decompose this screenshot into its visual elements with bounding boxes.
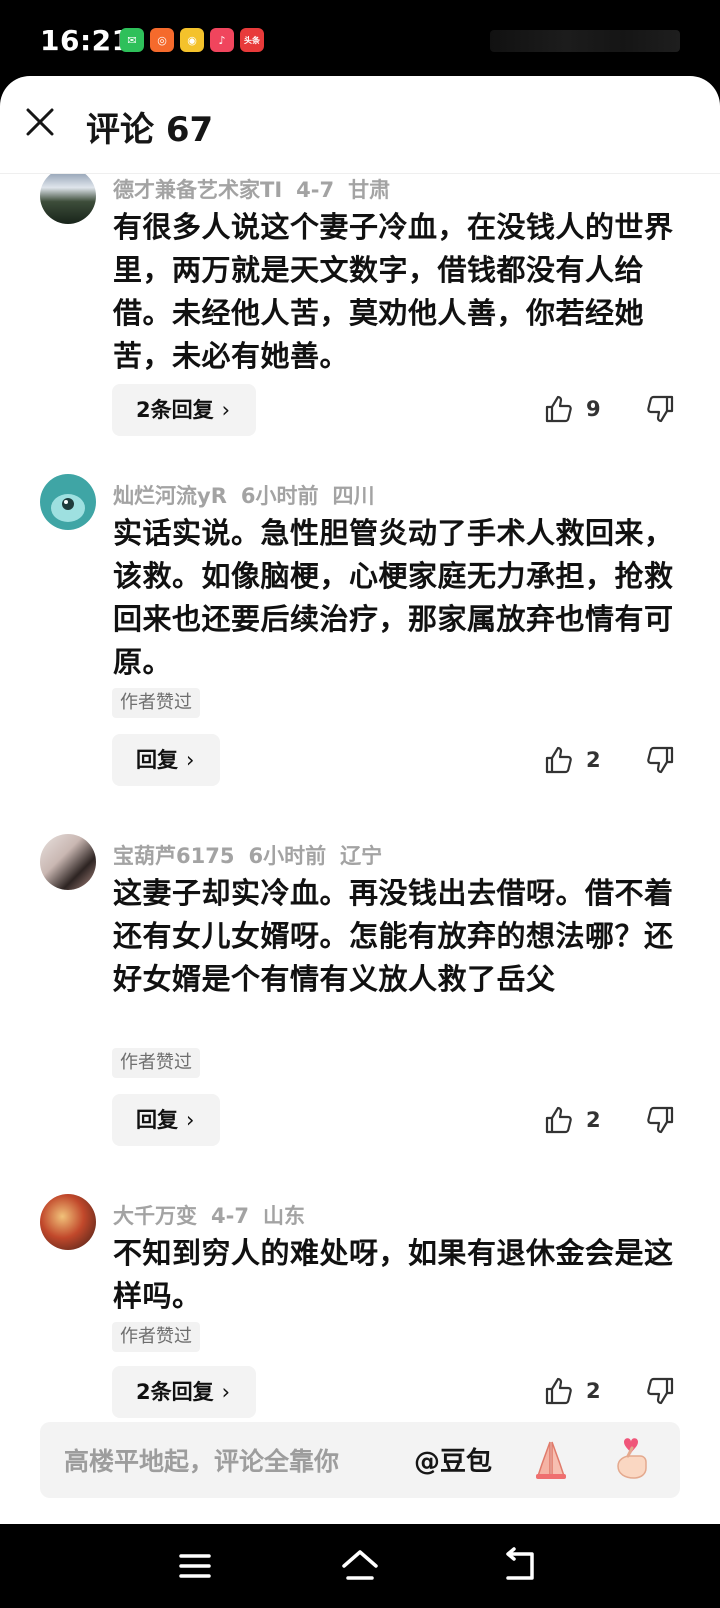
avatar[interactable]	[40, 474, 96, 530]
comment-text: 实话实说。急性胆管炎动了手术人救回来，该救。如像脑梗，心梗家庭无力承担，抢救回来…	[113, 516, 674, 679]
thumb-down-icon	[647, 1106, 674, 1134]
thumb-up-icon	[545, 1377, 572, 1405]
like-button[interactable]: 2	[544, 1376, 601, 1406]
reply-label: 回复	[136, 1108, 178, 1132]
wechat-icon: ✉	[120, 28, 144, 52]
system-nav-bar	[0, 1524, 720, 1608]
app-orange-icon: ◎	[150, 28, 174, 52]
thumb-up-icon	[545, 1106, 572, 1134]
dislike-button[interactable]	[645, 394, 675, 424]
comment-username[interactable]: 宝葫芦6175	[113, 844, 234, 868]
comment-username[interactable]: 灿烂河流yR	[113, 484, 227, 508]
like-count: 2	[586, 748, 601, 772]
comment-input-bar[interactable]: 高楼平地起，评论全靠你 @豆包	[40, 1422, 680, 1498]
menu-icon	[179, 1554, 211, 1578]
status-bar: 16:21 ✉ ◎ ◉ ♪ 头条	[0, 0, 720, 82]
thumb-up-icon	[545, 746, 572, 774]
page-title: 评论 67	[86, 110, 214, 150]
back-nav-button[interactable]	[498, 1544, 542, 1588]
reply-label: 2条回复	[136, 398, 214, 422]
thumb-down-icon	[647, 395, 674, 423]
comment-time: 6小时前	[240, 484, 319, 508]
comment-username[interactable]: 大千万变	[113, 1204, 197, 1228]
home-icon	[342, 1550, 378, 1580]
comment-input-placeholder[interactable]: 高楼平地起，评论全靠你	[64, 1442, 339, 1478]
comment-location: 辽宁	[340, 844, 383, 868]
comment-list[interactable]: 德才兼备艺术家TI 4-7 甘肃 有很多人说这个妻子冷血，在没钱人的世界里，两万就是…	[0, 174, 720, 1478]
dislike-button[interactable]	[645, 1105, 675, 1135]
like-button[interactable]: 2	[544, 1105, 601, 1135]
like-count: 2	[586, 1379, 601, 1403]
comment-time: 4-7	[296, 178, 335, 202]
reply-button[interactable]: 回复 ›	[112, 1094, 221, 1146]
comment-location: 甘肃	[348, 178, 391, 202]
avatar[interactable]	[40, 1194, 96, 1250]
comment-meta: 灿烂河流yR 6小时前 四川	[113, 480, 374, 510]
author-liked-badge: 作者赞过	[112, 688, 200, 718]
back-icon	[506, 1547, 534, 1580]
comment-text: 不知到穷人的难处呀，如果有退休金会是这样吗。	[113, 1236, 674, 1313]
comment-item: 宝葫芦6175 6小时前 辽宁 这妻子却实冷血。再没钱出去借呀。借不着还有女儿女婿呀…	[0, 834, 720, 1180]
chevron-right-icon: ›	[186, 1108, 195, 1132]
comment-username[interactable]: 德才兼备艺术家TI	[113, 178, 282, 202]
like-button[interactable]: 9	[544, 394, 601, 424]
comment-time: 4-7	[211, 1204, 249, 1228]
comment-item: 灿烂河流yR 6小时前 四川 实话实说。急性胆管炎动了手术人救回来，该救。如像脑梗，…	[0, 474, 720, 820]
thumb-up-icon	[545, 395, 572, 423]
close-icon	[26, 108, 54, 136]
reply-button[interactable]: 回复 ›	[112, 734, 221, 786]
comment-meta: 宝葫芦6175 6小时前 辽宁	[113, 840, 382, 870]
finger-heart-emoji-icon[interactable]	[610, 1434, 656, 1482]
praying-hands-emoji-icon[interactable]	[528, 1436, 574, 1482]
comment-location: 四川	[332, 484, 375, 508]
avatar-cartoon-icon	[51, 494, 85, 522]
sheet-header: 评论 67	[0, 76, 720, 174]
thumb-down-icon	[647, 1377, 674, 1405]
author-liked-badge: 作者赞过	[112, 1048, 200, 1078]
thumb-down-icon	[647, 746, 674, 774]
dislike-button[interactable]	[645, 1376, 675, 1406]
chevron-right-icon: ›	[221, 398, 231, 422]
toutiao-icon: 头条	[240, 28, 264, 52]
comment-text: 有很多人说这个妻子冷血，在没钱人的世界里，两万就是天文数字，借钱都没有人给借。未…	[113, 210, 674, 373]
home-nav-button[interactable]	[338, 1544, 382, 1588]
chevron-right-icon: ›	[186, 748, 195, 772]
status-time: 16:21	[40, 24, 132, 57]
douyin-icon: ♪	[210, 28, 234, 52]
chevron-right-icon: ›	[221, 1380, 231, 1404]
avatar[interactable]	[40, 174, 96, 224]
close-button[interactable]	[22, 104, 58, 140]
comment-location: 山东	[262, 1204, 305, 1228]
dislike-button[interactable]	[645, 745, 675, 775]
comment-meta: 大千万变 4-7 山东	[113, 1200, 305, 1230]
like-count: 2	[586, 1108, 601, 1132]
like-count: 9	[586, 397, 601, 421]
app-yellow-icon: ◉	[180, 28, 204, 52]
author-liked-badge: 作者赞过	[112, 1322, 200, 1352]
mention-doubao-button[interactable]: @豆包	[414, 1441, 492, 1478]
comment-text: 这妻子却实冷血。再没钱出去借呀。借不着还有女儿女婿呀。怎能有放弃的想法哪？还好女…	[113, 876, 674, 996]
reply-label: 回复	[136, 748, 178, 772]
comments-sheet: 评论 67 德才兼备艺术家TI 4-7 甘肃 有很多人说这个妻子冷血，在没钱人的世界…	[0, 76, 720, 1524]
like-button[interactable]: 2	[544, 745, 601, 775]
comment-time: 6小时前	[248, 844, 327, 868]
status-indicators	[490, 30, 680, 52]
status-app-icons: ✉ ◎ ◉ ♪ 头条	[120, 28, 264, 52]
reply-button[interactable]: 2条回复 ›	[112, 1366, 257, 1418]
reply-button[interactable]: 2条回复 ›	[112, 384, 257, 436]
reply-label: 2条回复	[136, 1380, 214, 1404]
avatar[interactable]	[40, 834, 96, 890]
comment-item: 德才兼备艺术家TI 4-7 甘肃 有很多人说这个妻子冷血，在没钱人的世界里，两万就是…	[0, 174, 720, 494]
menu-nav-button[interactable]	[173, 1544, 217, 1588]
comment-meta: 德才兼备艺术家TI 4-7 甘肃	[113, 174, 390, 204]
